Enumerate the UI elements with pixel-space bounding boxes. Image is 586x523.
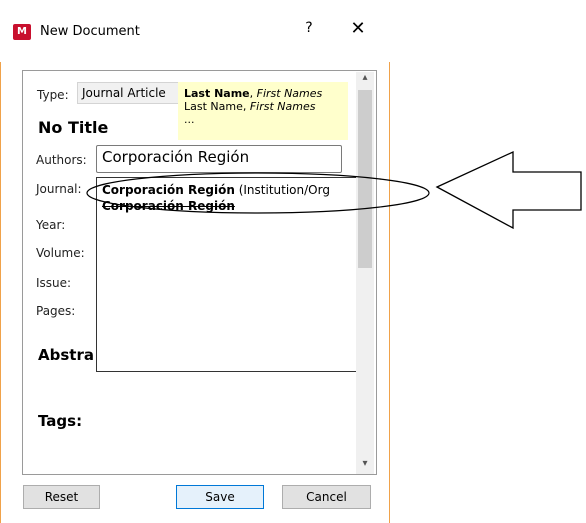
- scroll-thumb[interactable]: [358, 90, 372, 268]
- journal-label: Journal:: [36, 182, 82, 196]
- authors-label: Authors:: [36, 153, 87, 167]
- abstract-label: Abstra: [38, 346, 94, 364]
- suggestion-item[interactable]: Corporación Región: [102, 199, 235, 213]
- cancel-button[interactable]: Cancel: [282, 485, 371, 509]
- type-label: Type:: [37, 88, 69, 102]
- vertical-scrollbar[interactable]: ▴ ▾: [356, 72, 374, 474]
- document-title[interactable]: No Title: [38, 118, 108, 137]
- tooltip-first-names: First Names: [256, 87, 323, 100]
- title-bar: M New Document ? ✕: [0, 0, 390, 62]
- tags-label: Tags:: [38, 412, 83, 430]
- year-label: Year:: [36, 218, 66, 232]
- reset-button[interactable]: Reset: [23, 485, 100, 509]
- scroll-up-icon[interactable]: ▴: [356, 72, 374, 86]
- issue-label: Issue:: [36, 276, 72, 290]
- pointer-arrow-icon: [435, 150, 582, 230]
- type-select[interactable]: Journal Article: [77, 82, 182, 104]
- tooltip-first-names-2: First Names: [249, 100, 316, 113]
- tooltip-separator: ,: [249, 87, 257, 100]
- tooltip-last-name: Last Name,: [184, 100, 250, 113]
- tooltip-ellipsis: ...: [184, 113, 195, 126]
- suggestion-name: Corporación Región: [102, 183, 235, 197]
- suggestion-name: Corporación Región: [102, 199, 235, 213]
- close-button[interactable]: ✕: [346, 18, 370, 39]
- author-suggestions-dropdown: Corporación Región (Institution/Org Corp…: [96, 177, 358, 372]
- help-button[interactable]: ?: [297, 20, 321, 36]
- volume-label: Volume:: [36, 246, 85, 260]
- name-format-tooltip: Last Name, First Names Last Name, First …: [178, 82, 348, 140]
- window-title: New Document: [40, 24, 140, 39]
- suggestion-item[interactable]: Corporación Región (Institution/Org: [102, 183, 330, 197]
- tooltip-last-name-bold: Last Name: [184, 87, 250, 100]
- authors-input[interactable]: Corporación Región: [96, 145, 342, 173]
- pages-label: Pages:: [36, 304, 76, 318]
- save-button[interactable]: Save: [176, 485, 264, 509]
- scroll-down-icon[interactable]: ▾: [356, 458, 374, 472]
- suggestion-type: (Institution/Org: [234, 183, 330, 197]
- mendeley-logo-icon: M: [13, 24, 31, 40]
